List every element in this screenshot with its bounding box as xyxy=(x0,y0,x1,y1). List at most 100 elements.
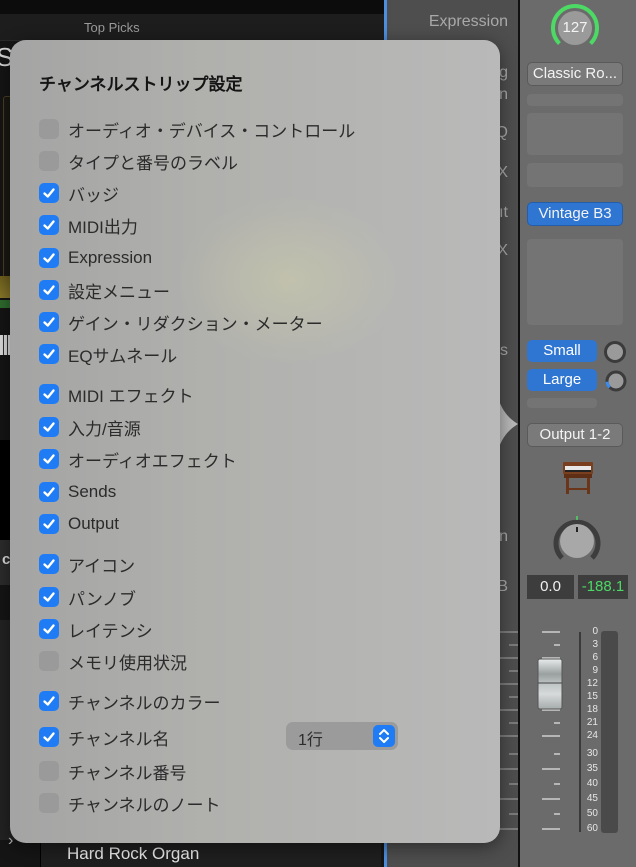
option-row[interactable]: 設定メニュー xyxy=(39,279,170,302)
channel-name-lines-select[interactable]: 1行 xyxy=(286,722,398,750)
checkmark-icon xyxy=(43,422,55,432)
fader-scale-label: 18 xyxy=(586,704,598,715)
option-checkbox[interactable] xyxy=(39,619,59,639)
channel-name-lines-value: 1行 xyxy=(298,732,323,749)
option-checkbox[interactable] xyxy=(39,482,59,502)
option-label: アイコン xyxy=(68,556,136,576)
send-small-level-knob[interactable] xyxy=(604,341,626,363)
option-checkbox[interactable] xyxy=(39,793,59,813)
option-row[interactable]: チャンネルのノート xyxy=(39,792,221,815)
checkmark-icon xyxy=(43,253,55,263)
option-row[interactable]: MIDI出力 xyxy=(39,214,138,237)
option-checkbox[interactable] xyxy=(39,151,59,171)
option-label: Output xyxy=(68,514,120,533)
option-row[interactable]: オーディオエフェクト xyxy=(39,448,237,471)
option-label: タイプと番号のラベル xyxy=(68,153,238,173)
option-row[interactable]: アイコン xyxy=(39,553,136,576)
checkmark-icon xyxy=(43,592,55,602)
send-large-level-knob[interactable] xyxy=(604,369,628,393)
send-small-button[interactable]: Small xyxy=(527,340,597,362)
option-row[interactable]: 入力/音源 xyxy=(39,416,141,439)
fader-scale-label: 30 xyxy=(586,748,598,759)
option-checkbox[interactable] xyxy=(39,312,59,332)
option-row[interactable]: バッジ xyxy=(39,182,119,205)
option-row[interactable]: Sends xyxy=(39,481,116,503)
option-row[interactable]: メモリ使用状況 xyxy=(39,650,187,673)
fader-scale-label: 6 xyxy=(592,652,598,663)
label-setting: g xyxy=(499,64,508,81)
option-row[interactable]: Output xyxy=(39,513,119,535)
option-row[interactable]: ゲイン・リダクション・メーター xyxy=(39,311,323,334)
volume-fader-handle[interactable] xyxy=(537,658,565,710)
option-label: チャンネルのノート xyxy=(68,795,221,815)
pan-knob[interactable] xyxy=(548,512,606,570)
option-row[interactable]: MIDI エフェクト xyxy=(39,383,194,406)
option-checkbox[interactable] xyxy=(39,761,59,781)
send-large-button[interactable]: Large xyxy=(527,369,597,391)
midi-fx-slot[interactable] xyxy=(527,163,623,187)
option-row[interactable]: チャンネルのカラー xyxy=(39,690,221,713)
option-checkbox[interactable] xyxy=(39,514,59,534)
eq-thumbnail[interactable] xyxy=(527,113,623,155)
library-item-label[interactable]: Hard Rock Organ xyxy=(67,844,199,864)
send-empty-slot[interactable] xyxy=(527,398,597,408)
chevron-up-down-icon xyxy=(373,725,395,747)
expression-knob[interactable]: 127 xyxy=(549,2,601,54)
top-picks-tab[interactable]: Top Picks xyxy=(84,20,140,35)
option-label: Sends xyxy=(68,482,117,501)
channel-strip-settings-popover: チャンネルストリップ設定 オーディオ・デバイス・コントロール タイプと番号のラベル… xyxy=(10,40,500,843)
option-row[interactable]: レイテンシ xyxy=(39,618,153,641)
option-row[interactable]: オーディオ・デバイス・コントロール xyxy=(39,118,356,141)
channel-strip: 127 Classic Ro... Vintage B3 Small Large… xyxy=(520,0,636,867)
option-row[interactable]: チャンネル番号 xyxy=(39,760,187,783)
fader-scale-label: 21 xyxy=(586,717,598,728)
option-label: オーディオ・デバイス・コントロール xyxy=(68,121,356,141)
label-gain: n xyxy=(499,86,508,103)
option-checkbox[interactable] xyxy=(39,119,59,139)
organ-icon[interactable] xyxy=(558,458,598,498)
peak-readout[interactable]: -188.1 xyxy=(578,575,628,599)
volume-fader-area: 0 3 6 9 12 15 18 21 24 30 35 40 45 50 60 xyxy=(520,627,636,838)
option-label: 入力/音源 xyxy=(68,419,141,439)
option-checkbox[interactable] xyxy=(39,449,59,469)
option-checkbox[interactable] xyxy=(39,344,59,364)
fader-scale-label: 45 xyxy=(586,793,598,804)
popover-arrow xyxy=(498,398,518,450)
option-checkbox[interactable] xyxy=(39,554,59,574)
expression-value: 127 xyxy=(562,19,588,36)
option-row[interactable]: タイプと番号のラベル xyxy=(39,150,238,173)
option-row[interactable]: EQサムネール xyxy=(39,343,177,366)
checkmark-icon xyxy=(43,285,55,295)
option-checkbox[interactable] xyxy=(39,215,59,235)
option-checkbox[interactable] xyxy=(39,417,59,437)
option-row[interactable]: Expression xyxy=(39,247,152,269)
checkmark-icon xyxy=(43,188,55,198)
option-label: ゲイン・リダクション・メーター xyxy=(68,314,323,334)
option-checkbox[interactable] xyxy=(39,384,59,404)
option-label: チャンネル名 xyxy=(68,729,170,749)
fader-scale-label: 12 xyxy=(586,678,598,689)
option-checkbox[interactable] xyxy=(39,183,59,203)
option-checkbox[interactable] xyxy=(39,651,59,671)
option-checkbox[interactable] xyxy=(39,248,59,268)
option-row[interactable]: パンノブ xyxy=(39,586,136,609)
audio-fx-slot[interactable] xyxy=(527,239,623,325)
checkmark-icon xyxy=(43,220,55,230)
fader-scale-label: 3 xyxy=(592,639,598,650)
setting-button[interactable]: Classic Ro... xyxy=(527,62,623,86)
option-checkbox[interactable] xyxy=(39,691,59,711)
fader-scale-label: 50 xyxy=(586,808,598,819)
option-checkbox[interactable] xyxy=(39,727,59,747)
option-label: チャンネル番号 xyxy=(68,763,187,783)
option-checkbox[interactable] xyxy=(39,280,59,300)
option-row[interactable]: チャンネル名 xyxy=(39,726,170,749)
fader-scale-label: 15 xyxy=(586,691,598,702)
volume-readout[interactable]: 0.0 xyxy=(527,575,574,599)
label-sends: s xyxy=(500,342,508,359)
checkmark-icon xyxy=(43,349,55,359)
instrument-button[interactable]: Vintage B3 xyxy=(527,202,623,226)
option-label: チャンネルのカラー xyxy=(68,693,221,713)
output-button[interactable]: Output 1-2 xyxy=(527,423,623,447)
option-checkbox[interactable] xyxy=(39,587,59,607)
label-expression: Expression xyxy=(428,13,508,30)
